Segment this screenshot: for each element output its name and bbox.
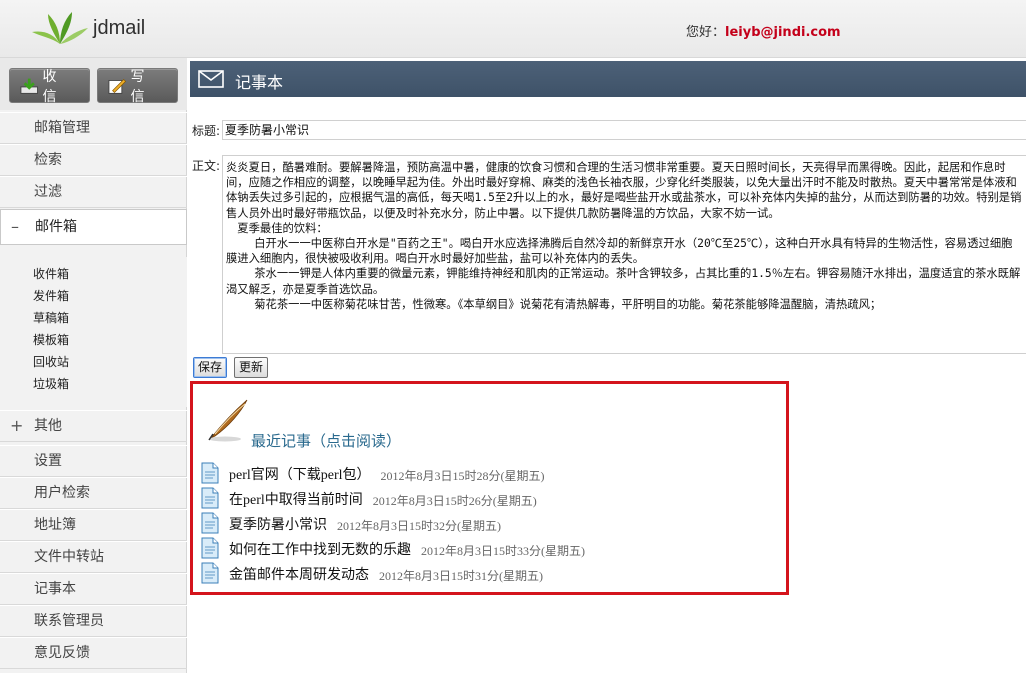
body-paragraph: 白开水一一中医称白开水是"百药之王"。喝白开水应选择沸腾后自然冷却的新鲜京开水（… (226, 237, 1013, 266)
note-document-icon (201, 537, 219, 559)
note-date: 2012年8月3日15时26分(星期五) (372, 494, 537, 508)
sidebar-item-label: 设置 (34, 453, 62, 469)
sidebar-item-address-book[interactable]: 地址簿 (0, 509, 187, 541)
subject-label: 标题: (192, 124, 221, 138)
sidebar-item-other[interactable]: + 其他 (0, 410, 187, 442)
sidebar-item-mailbox-manage[interactable]: 邮箱管理 (0, 112, 187, 144)
recent-note-item[interactable]: 金笛邮件本周研发动态 2012年8月3日15时31分(星期五) (201, 560, 543, 584)
folder-drafts[interactable]: 草稿箱 (33, 309, 69, 326)
sidebar-item-notepad[interactable]: 记事本 (0, 573, 187, 605)
sidebar-item-filter[interactable]: 过滤 (0, 176, 187, 208)
note-title[interactable]: 夏季防暑小常识 (229, 514, 327, 534)
save-button[interactable]: 保存 (193, 357, 228, 378)
folder-templates[interactable]: 模板箱 (33, 331, 69, 348)
receive-mail-label: 收 信 (42, 68, 63, 105)
sidebar-item-search[interactable]: 检索 (0, 144, 187, 176)
body-textarea[interactable]: 炎炎夏日，酷暑难耐。要解暑降温，预防高温中暑，健康的饮食习惯和合理的生活习惯非常… (222, 155, 1026, 354)
recent-notes-panel: 最近记事（点击阅读） perl官网（下载perl包） 2012年8月3日15时2… (190, 381, 789, 595)
note-title[interactable]: 如何在工作中找到无数的乐趣 (229, 539, 411, 559)
sidebar-item-label: 其他 (34, 418, 62, 434)
note-document-icon (201, 512, 219, 534)
sidebar-item-label: 过滤 (34, 184, 62, 200)
jdmail-logo-icon (32, 12, 88, 44)
recent-note-item[interactable]: 如何在工作中找到无数的乐趣 2012年8月3日15时33分(星期五) (201, 535, 585, 559)
update-button[interactable]: 更新 (234, 357, 269, 378)
quill-pen-icon (208, 399, 248, 442)
folder-recycle[interactable]: 回收站 (33, 353, 69, 370)
sidebar-item-mail-folders[interactable]: – 邮件箱 (0, 209, 187, 245)
note-document-icon (201, 562, 219, 584)
user-greeting: 您好：leiyb@jindi.com (686, 21, 841, 40)
sidebar-item-label: 文件中转站 (34, 549, 104, 565)
sidebar-item-settings[interactable]: 设置 (0, 445, 187, 477)
top-header: jdmail 您好：leiyb@jindi.com (0, 0, 1026, 58)
sidebar-item-feedback[interactable]: 意见反馈 (0, 637, 187, 669)
body-paragraph: 夏季最佳的饮料： (237, 221, 328, 235)
page-title: 记事本 (235, 73, 284, 92)
sidebar-item-contact-admin[interactable]: 联系管理员 (0, 605, 187, 637)
greeting-label: 您好： (686, 25, 726, 40)
note-document-icon (201, 462, 219, 484)
notepad-title-bar: 记事本 (190, 61, 1026, 97)
sidebar-item-label: 地址簿 (34, 517, 76, 533)
receive-mail-button[interactable]: 收 信 (9, 68, 90, 105)
write-mail-button[interactable]: 写 信 (97, 68, 178, 105)
download-icon (20, 78, 38, 94)
write-mail-label: 写 信 (130, 68, 151, 105)
body-paragraph: 炎炎夏日，酷暑难耐。要解暑降温，预防高温中暑，健康的饮食习惯和合理的生活习惯非常… (226, 161, 1022, 220)
note-date: 2012年8月3日15时33分(星期五) (421, 544, 585, 558)
folder-inbox[interactable]: 收件箱 (33, 265, 69, 282)
sidebar-item-label: 联系管理员 (34, 613, 104, 629)
note-date: 2012年8月3日15时28分(星期五) (380, 469, 545, 483)
note-document-icon (201, 487, 219, 509)
sidebar-item-file-transfer[interactable]: 文件中转站 (0, 541, 187, 573)
note-title[interactable]: perl官网（下载perl包） (229, 464, 371, 484)
body-paragraph: 茶水一一钾是人体内重要的微量元素，钾能维持神经和肌肉的正常运动。茶叶含钾较多，占… (226, 267, 1021, 296)
compose-icon (108, 78, 127, 94)
note-title[interactable]: 金笛邮件本周研发动态 (229, 564, 369, 584)
subject-input[interactable]: 夏季防暑小常识 (222, 120, 1026, 140)
sidebar-item-label: 用户检索 (34, 485, 90, 501)
recent-notes-title[interactable]: 最近记事（点击阅读） (251, 430, 401, 451)
expand-icon[interactable]: + (10, 411, 23, 441)
note-title[interactable]: 在perl中取得当前时间 (229, 489, 363, 509)
note-date: 2012年8月3日15时31分(星期五) (379, 569, 543, 583)
sidebar: 收 信 写 信 邮箱管理 检索 过滤 – 邮件箱 收件箱 发件箱 草稿箱 模板箱… (0, 58, 187, 673)
body-label: 正文: (192, 159, 221, 173)
recent-note-item[interactable]: perl官网（下载perl包） 2012年8月3日15时28分(星期五) (201, 460, 545, 484)
sidebar-item-label: 邮箱管理 (34, 120, 90, 136)
user-email[interactable]: leiyb@jindi.com (725, 25, 841, 40)
envelope-icon (198, 70, 224, 88)
folder-sent[interactable]: 发件箱 (33, 287, 69, 304)
note-date: 2012年8月3日15时32分(星期五) (337, 519, 501, 533)
sidebar-action-bar: 收 信 写 信 (0, 58, 187, 110)
sidebar-item-user-search[interactable]: 用户检索 (0, 477, 187, 509)
body-paragraph: 菊花茶一一中医称菊花味甘苦，性微寒。《本草纲目》说菊花有清热解毒，平肝明目的功能… (254, 297, 882, 311)
collapse-icon[interactable]: – (11, 210, 19, 244)
folder-list: 收件箱 发件箱 草稿箱 模板箱 回收站 垃圾箱 (0, 257, 187, 407)
recent-note-item[interactable]: 在perl中取得当前时间 2012年8月3日15时26分(星期五) (201, 485, 537, 509)
recent-note-item[interactable]: 夏季防暑小常识 2012年8月3日15时32分(星期五) (201, 510, 501, 534)
sidebar-item-label: 邮件箱 (35, 219, 77, 235)
sidebar-item-label: 记事本 (34, 581, 76, 597)
sidebar-item-label: 意见反馈 (34, 645, 90, 661)
sidebar-item-label: 检索 (34, 152, 62, 168)
brand-name: jdmail (93, 17, 146, 39)
folder-spam[interactable]: 垃圾箱 (33, 375, 69, 392)
